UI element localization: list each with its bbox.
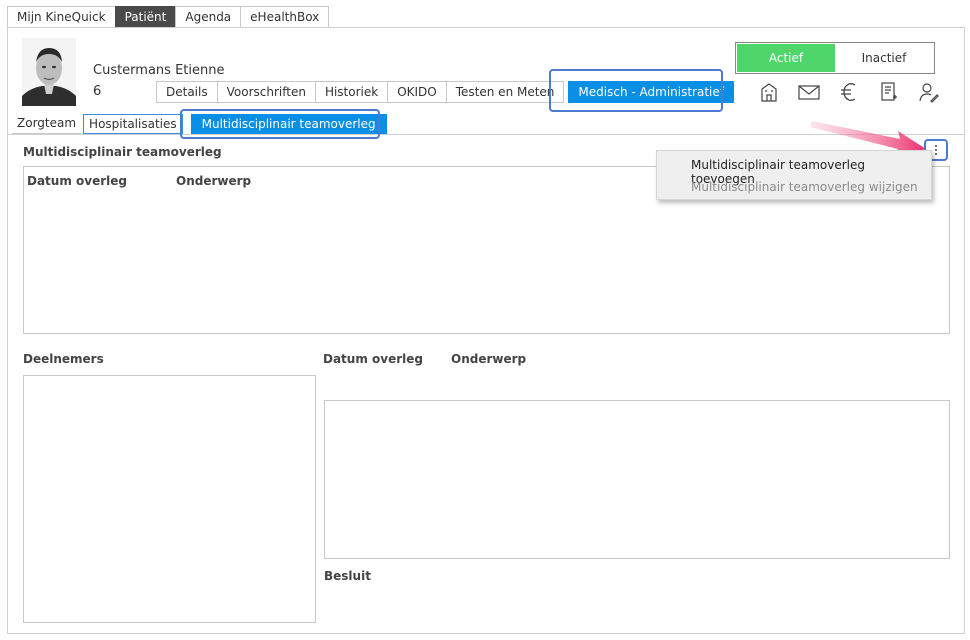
- context-menu: Multidisciplinair teamoverleg toevoegen …: [656, 150, 932, 200]
- tab-okido[interactable]: OKIDO: [387, 81, 446, 103]
- tab-agenda[interactable]: Agenda: [175, 6, 241, 28]
- patient-name: Custermans Etienne: [93, 63, 225, 78]
- patient-tabs: Details Voorschriften Historiek OKIDO Te…: [156, 81, 734, 103]
- inactive-button[interactable]: Inactief: [835, 44, 933, 72]
- tab-historiek[interactable]: Historiek: [314, 81, 388, 103]
- decision-label: Besluit: [324, 569, 371, 583]
- status-toggle: Actief Inactief: [735, 42, 935, 74]
- detail-text-area[interactable]: [324, 400, 950, 559]
- tab-details[interactable]: Details: [156, 81, 217, 103]
- detail-subject-label: Onderwerp: [451, 352, 527, 366]
- participants-title: Deelnemers: [23, 352, 104, 366]
- tab-patient[interactable]: Patiënt: [114, 6, 176, 28]
- kebab-icon: [935, 145, 937, 155]
- tab-hospitalisaties[interactable]: Hospitalisaties: [83, 114, 183, 134]
- column-header-onderwerp[interactable]: Onderwerp: [176, 174, 251, 188]
- patient-number: 6: [93, 84, 102, 99]
- mail-icon[interactable]: [796, 80, 822, 104]
- document-icon[interactable]: [876, 80, 902, 104]
- top-nav-tabs: Mijn KineQuick Patiënt Agenda eHealthBox: [7, 6, 330, 28]
- tab-mijn-kinequick[interactable]: Mijn KineQuick: [7, 6, 115, 28]
- tab-voorschriften[interactable]: Voorschriften: [216, 81, 315, 103]
- header-icon-bar: [756, 80, 942, 104]
- tab-medisch-administratief[interactable]: Medisch - Administratief: [568, 81, 734, 103]
- tab-multidisciplinair-teamoverleg[interactable]: Multidisciplinair teamoverleg: [190, 114, 387, 134]
- euro-icon[interactable]: [836, 80, 862, 104]
- patient-avatar: [22, 38, 76, 106]
- user-edit-icon[interactable]: [916, 80, 942, 104]
- section-tabs: Zorgteam Hospitalisaties Multidisciplina…: [12, 114, 387, 134]
- tab-zorgteam[interactable]: Zorgteam: [12, 114, 82, 134]
- tab-testen-en-meten[interactable]: Testen en Meten: [445, 81, 565, 103]
- menu-item-wijzigen: Multidisciplinair teamoverleg wijzigen: [691, 180, 918, 194]
- active-button[interactable]: Actief: [737, 44, 835, 72]
- tab-ehealthbox[interactable]: eHealthBox: [240, 6, 330, 28]
- detail-date-label: Datum overleg: [323, 352, 423, 366]
- building-icon[interactable]: [756, 80, 782, 104]
- list-section-title: Multidisciplinair teamoverleg: [23, 145, 222, 159]
- participants-list[interactable]: [23, 375, 316, 623]
- column-header-datum[interactable]: Datum overleg: [27, 174, 127, 188]
